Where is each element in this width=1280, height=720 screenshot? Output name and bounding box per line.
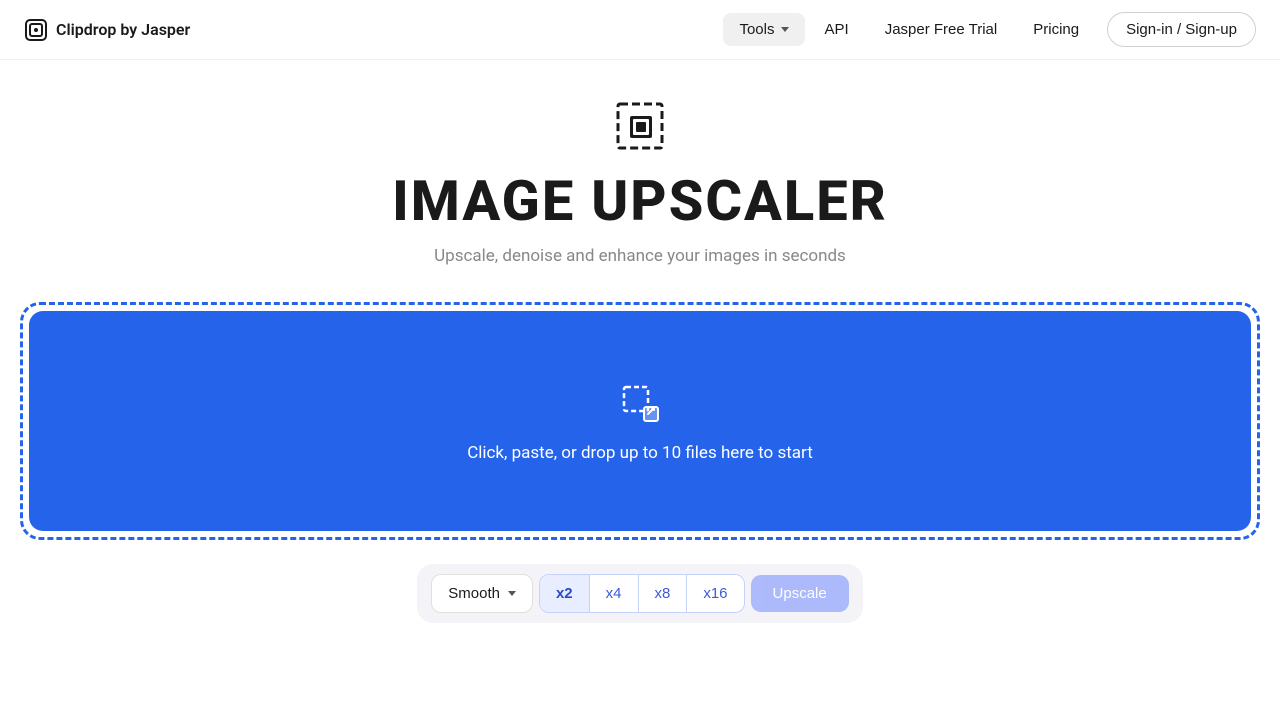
scale-group: x2 x4 x8 x16 xyxy=(539,574,745,613)
controls-bar: Smooth x2 x4 x8 x16 Upscale xyxy=(417,564,862,623)
dropzone-icon xyxy=(616,379,664,427)
scale-x2-button[interactable]: x2 xyxy=(540,575,590,612)
pricing-button[interactable]: Pricing xyxy=(1017,13,1095,46)
scale-x8-label: x8 xyxy=(655,585,671,602)
navbar: Clipdrop by Jasper Tools API Jasper Free… xyxy=(0,0,1280,60)
chevron-down-icon xyxy=(781,27,789,32)
tools-button[interactable]: Tools xyxy=(723,13,804,46)
logo-link[interactable]: Clipdrop by Jasper xyxy=(24,18,190,42)
upscaler-icon xyxy=(614,100,666,152)
signin-label: Sign-in / Sign-up xyxy=(1126,21,1237,38)
smooth-label: Smooth xyxy=(448,585,500,602)
api-label: API xyxy=(825,21,849,38)
nav-right: Tools API Jasper Free Trial Pricing Sign… xyxy=(723,12,1256,47)
dropzone[interactable]: Click, paste, or drop up to 10 files her… xyxy=(29,311,1251,531)
main-content: IMAGE UPSCALER Upscale, denoise and enha… xyxy=(0,60,1280,663)
smooth-button[interactable]: Smooth xyxy=(431,574,533,613)
upscale-label: Upscale xyxy=(773,585,827,602)
tools-label: Tools xyxy=(739,21,774,38)
smooth-chevron-icon xyxy=(508,591,516,596)
dropzone-text: Click, paste, or drop up to 10 files her… xyxy=(467,443,813,463)
logo-text: Clipdrop by Jasper xyxy=(56,20,190,39)
upscale-button[interactable]: Upscale xyxy=(751,575,849,612)
api-button[interactable]: API xyxy=(809,13,865,46)
page-subtitle: Upscale, denoise and enhance your images… xyxy=(434,246,846,266)
scale-x4-button[interactable]: x4 xyxy=(590,575,639,612)
clipdrop-logo-icon xyxy=(24,18,48,42)
signin-button[interactable]: Sign-in / Sign-up xyxy=(1107,12,1256,47)
page-title: IMAGE UPSCALER xyxy=(392,168,888,234)
trial-button[interactable]: Jasper Free Trial xyxy=(869,13,1014,46)
trial-label: Jasper Free Trial xyxy=(885,21,998,38)
dropzone-wrapper[interactable]: Click, paste, or drop up to 10 files her… xyxy=(20,302,1260,540)
scale-x8-button[interactable]: x8 xyxy=(639,575,688,612)
scale-x4-label: x4 xyxy=(606,585,622,602)
scale-x2-label: x2 xyxy=(556,585,573,602)
scale-x16-button[interactable]: x16 xyxy=(687,575,743,612)
pricing-label: Pricing xyxy=(1033,21,1079,38)
scale-x16-label: x16 xyxy=(703,585,727,602)
